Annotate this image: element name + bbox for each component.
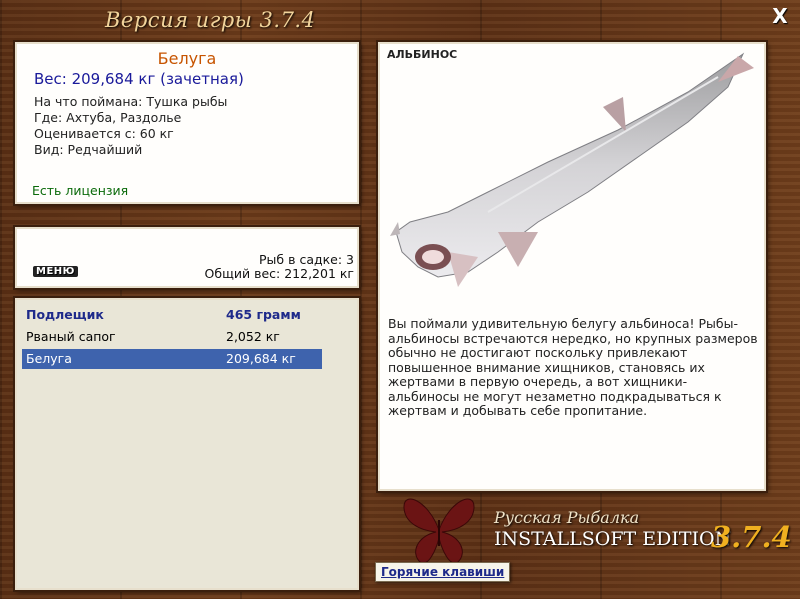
logo-version: 3.7.4 [711,520,792,554]
keepnet-count: Рыб в садке: 3 [259,252,354,267]
list-item-name: Подлещик [26,307,104,322]
list-item-weight: 209,684 кг [226,351,296,366]
min-weight-line: Оценивается с: 60 кг [34,126,174,141]
fish-description: Вы поймали удивительную белугу альбиноса… [388,316,758,418]
list-item-weight: 465 грамм [226,307,301,322]
hotkeys-button[interactable]: Горячие клавиши [375,562,511,582]
beluga-fish-image [390,52,754,287]
fish-weight: Вес: 209,684 кг (зачетная) [34,70,244,88]
fish-name: Белуга [157,49,217,68]
keepnet-total-weight: Общий вес: 212,201 кг [204,266,354,281]
butterfly-logo-icon [403,498,475,564]
list-item-selected[interactable]: Белуга 209,684 кг [22,349,322,369]
rarity-line: Вид: Редчайший [34,142,143,157]
window-title: Версия игры 3.7.4 [105,8,316,32]
location-line: Где: Ахтуба, Раздолье [34,110,182,125]
bait-line: На что поймана: Тушка рыбы [34,94,228,109]
list-item[interactable]: Рваный сапог 2,052 кг [22,327,322,347]
albino-badge: АЛЬБИНОС [387,48,458,61]
menu-button[interactable]: МЕНЮ [33,266,78,277]
list-item-name: Рваный сапог [26,329,116,344]
logo-title: Русская Рыбалка [494,508,640,527]
list-item-weight: 2,052 кг [226,329,280,344]
catch-info-panel: Белуга Вес: 209,684 кг (зачетная) На что… [15,42,359,204]
logo-edition: INSTALLSOFT EDITION [494,528,732,550]
license-status: Есть лицензия [32,183,129,198]
list-item[interactable]: Подлещик 465 грамм [22,305,322,325]
close-icon[interactable]: X [770,6,790,26]
fish-detail-panel: АЛЬБИНОС Вы поймали удивительную белугу … [378,42,766,491]
fish-list-panel: Подлещик 465 грамм Рваный сапог 2,052 кг… [15,298,359,590]
keepnet-panel: МЕНЮ Рыб в садке: 3 Общий вес: 212,201 к… [15,227,359,288]
list-item-name: Белуга [26,351,72,366]
